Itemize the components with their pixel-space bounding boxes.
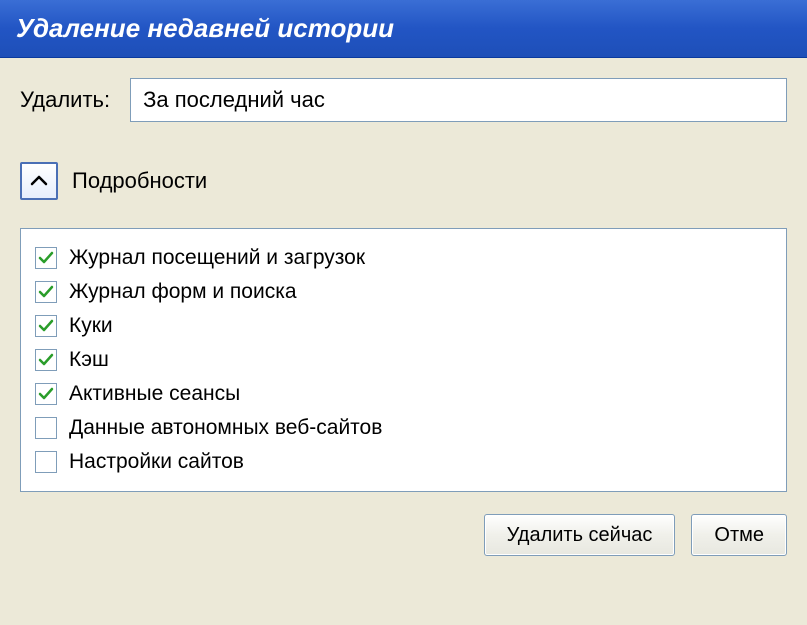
checkbox-active-logins[interactable] [35, 383, 57, 405]
checkbox-label: Данные автономных веб-сайтов [69, 416, 382, 440]
time-range-value: За последний час [143, 87, 325, 113]
checkbox-label: Куки [69, 314, 113, 338]
checkbox-form-history[interactable] [35, 281, 57, 303]
dialog-content: Удалить: За последний час Подробности Жу… [0, 58, 807, 556]
checkmark-icon [38, 318, 54, 334]
list-item: Данные автономных веб-сайтов [35, 411, 772, 445]
time-range-label: Удалить: [20, 87, 110, 113]
details-toggle-row: Подробности [20, 162, 787, 200]
details-checklist: Журнал посещений и загрузок Журнал форм … [20, 228, 787, 492]
list-item: Куки [35, 309, 772, 343]
window-title: Удаление недавней истории [16, 13, 394, 44]
list-item: Кэш [35, 343, 772, 377]
checkbox-cookies[interactable] [35, 315, 57, 337]
checkbox-cache[interactable] [35, 349, 57, 371]
checkmark-icon [38, 352, 54, 368]
checkbox-label: Журнал посещений и загрузок [69, 246, 365, 270]
checkbox-site-settings[interactable] [35, 451, 57, 473]
details-label: Подробности [72, 168, 207, 194]
checkmark-icon [38, 250, 54, 266]
list-item: Активные сеансы [35, 377, 772, 411]
list-item: Настройки сайтов [35, 445, 772, 479]
details-collapse-button[interactable] [20, 162, 58, 200]
checkbox-label: Настройки сайтов [69, 450, 244, 474]
clear-now-button[interactable]: Удалить сейчас [484, 514, 676, 556]
checkmark-icon [38, 284, 54, 300]
cancel-button[interactable]: Отме [691, 514, 787, 556]
time-range-select[interactable]: За последний час [130, 78, 787, 122]
time-range-row: Удалить: За последний час [20, 78, 787, 122]
checkbox-label: Кэш [69, 348, 109, 372]
checkmark-icon [38, 386, 54, 402]
dialog-buttons: Удалить сейчас Отме [20, 514, 787, 556]
list-item: Журнал посещений и загрузок [35, 241, 772, 275]
list-item: Журнал форм и поиска [35, 275, 772, 309]
checkbox-label: Активные сеансы [69, 382, 240, 406]
checkbox-label: Журнал форм и поиска [69, 280, 297, 304]
checkbox-browsing-history[interactable] [35, 247, 57, 269]
checkbox-offline-data[interactable] [35, 417, 57, 439]
chevron-up-icon [30, 175, 48, 187]
titlebar: Удаление недавней истории [0, 0, 807, 58]
